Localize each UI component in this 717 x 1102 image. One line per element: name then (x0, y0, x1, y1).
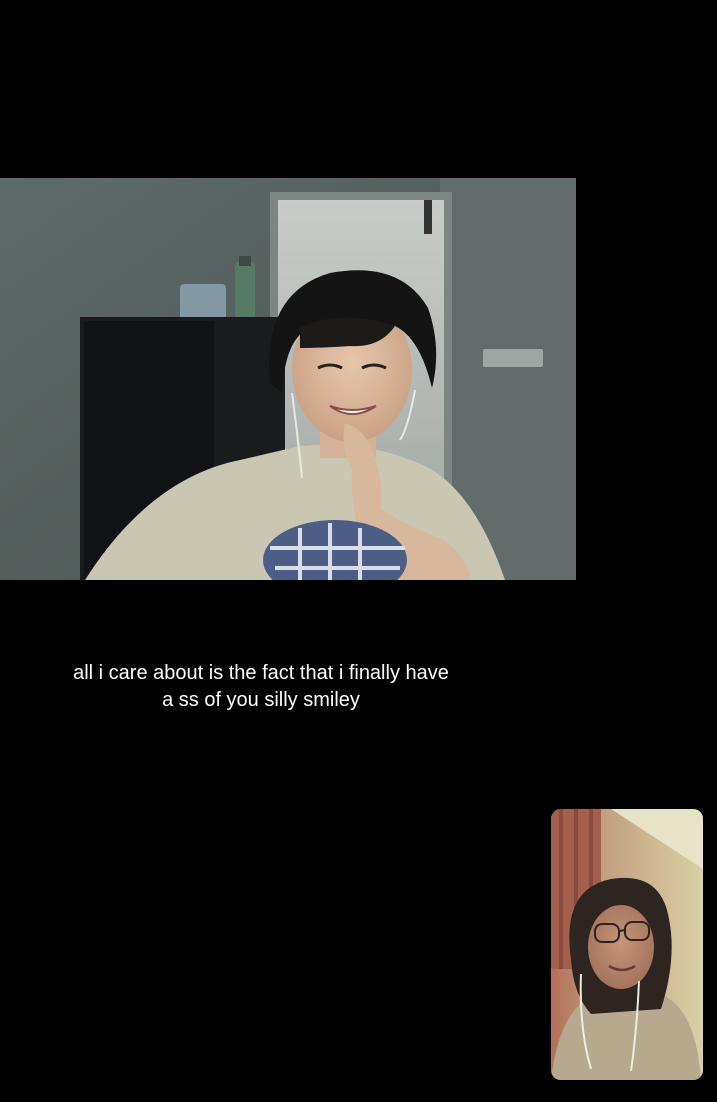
remote-video-feed[interactable] (0, 178, 576, 580)
caption-line-1: all i care about is the fact that i fina… (73, 662, 449, 684)
self-preview-image (551, 809, 703, 1080)
caption-text: all i care about is the fact that i fina… (0, 660, 522, 714)
caption-line-2: a ss of you silly smiley (162, 689, 360, 711)
self-preview[interactable] (551, 809, 703, 1080)
remote-video-image (0, 178, 576, 580)
